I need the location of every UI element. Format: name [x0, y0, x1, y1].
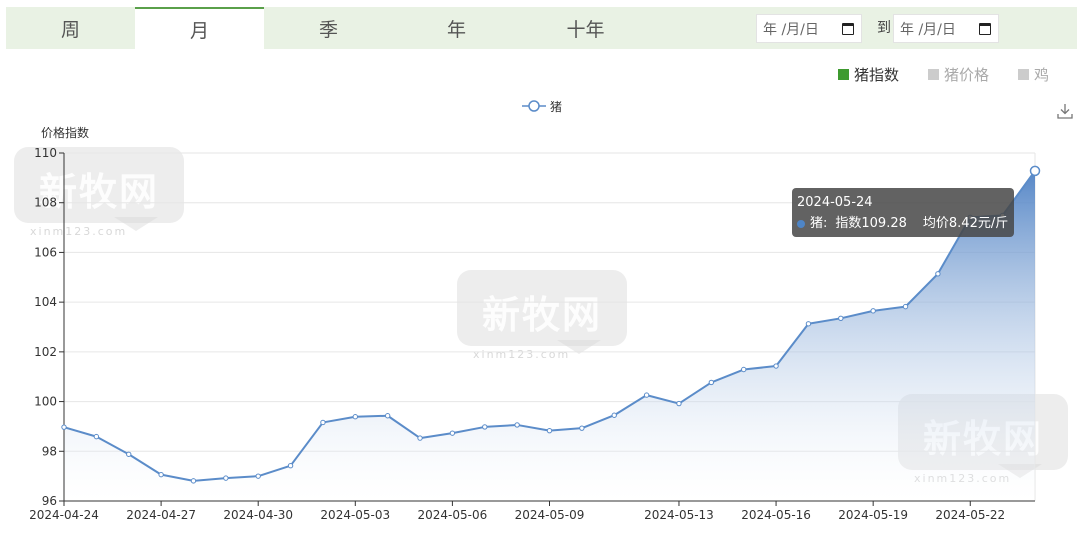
data-point [223, 475, 229, 481]
data-point [287, 463, 294, 469]
x-tick-label: 2024-05-19 [838, 508, 908, 522]
y-tick-label: 102 [34, 345, 57, 359]
tooltip-price-value: 均价8.42元/斤 [922, 216, 1009, 231]
data-point [708, 379, 715, 386]
data-point [838, 315, 844, 321]
data-point [417, 435, 423, 441]
data-point [158, 471, 164, 478]
data-point [190, 478, 197, 484]
x-tick-label: 2024-05-06 [418, 508, 488, 522]
x-tick-label: 2024-04-27 [126, 508, 196, 522]
tooltip-series-name: 猪: [810, 216, 828, 231]
y-tick-label: 110 [34, 146, 57, 160]
x-tick-label: 2024-04-30 [223, 508, 293, 522]
price-index-chart: 96 98 100 102 104 106 108 110 2024-04-24 2024-04-… [29, 146, 1041, 522]
x-tick-label: 2024-04-24 [29, 508, 99, 522]
data-point [579, 425, 585, 431]
tooltip-date: 2024-05-24 [797, 195, 873, 210]
data-point [384, 413, 391, 419]
data-point [773, 363, 779, 369]
data-point [643, 392, 650, 398]
y-tick-label: 96 [42, 494, 57, 508]
data-point [126, 451, 132, 457]
x-tick-label: 2024-05-13 [644, 508, 714, 522]
data-point [611, 412, 617, 418]
data-point [741, 366, 747, 373]
y-tick-label: 106 [34, 245, 57, 259]
x-tick-label: 2024-05-09 [515, 508, 585, 522]
data-point [805, 321, 812, 327]
y-tick-label: 108 [34, 196, 57, 210]
data-point [320, 419, 326, 426]
tooltip-index-value: 指数109.28 [835, 216, 907, 231]
y-tick-label: 100 [34, 395, 57, 409]
x-tick-label: 2024-05-22 [935, 508, 1005, 522]
y-tick-label: 104 [34, 295, 57, 309]
y-tick-label: 98 [42, 444, 57, 458]
tooltip-series-dot [797, 219, 805, 228]
data-point [546, 427, 553, 434]
data-point [93, 433, 100, 440]
x-tick-label: 2024-05-16 [741, 508, 811, 522]
data-point [902, 303, 909, 310]
data-point [61, 424, 67, 430]
data-point [676, 400, 682, 407]
data-point [255, 473, 261, 479]
x-tick-label: 2024-05-03 [320, 508, 390, 522]
data-point [352, 414, 358, 420]
chart-tooltip: 2024-05-24 猪: 指数109.28 均价8.42元/斤 [792, 188, 1014, 237]
data-point [870, 308, 876, 314]
data-point [514, 422, 520, 428]
data-point [935, 271, 941, 277]
data-point [449, 430, 456, 436]
data-point [1029, 165, 1041, 177]
data-point [482, 424, 488, 430]
